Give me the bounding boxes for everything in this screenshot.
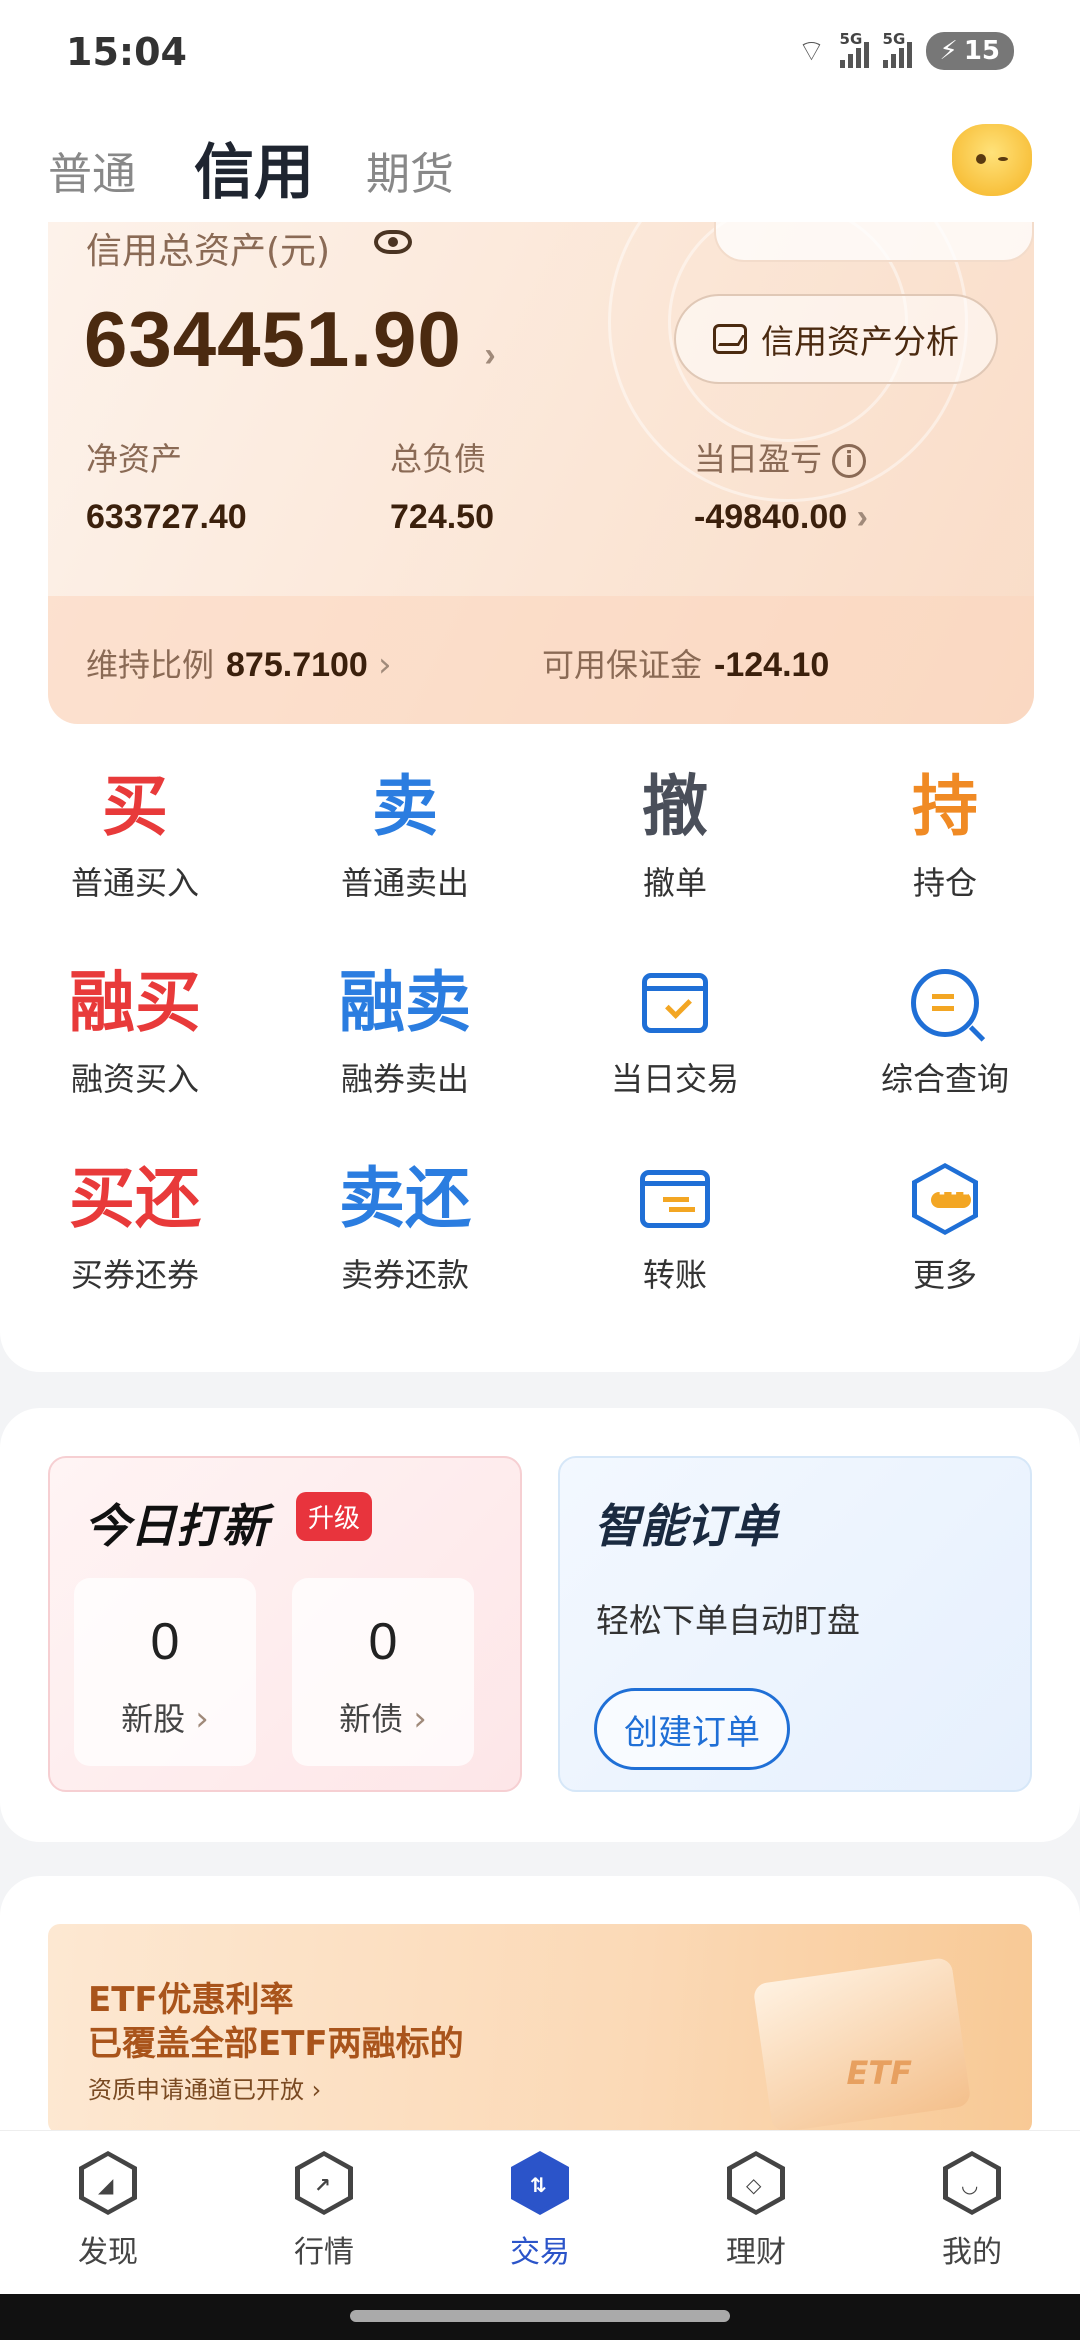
chevron-right-icon: › — [195, 1699, 209, 1739]
action-sell[interactable]: 卖普通卖出 — [270, 762, 540, 942]
daily-pnl-label: 当日盈亏 i — [694, 434, 867, 480]
available-margin: 可用保证金 -124.10 — [542, 646, 830, 684]
nav-discover[interactable]: ◢ 发现 — [0, 2151, 216, 2271]
tab-futures[interactable]: 期货 — [366, 138, 454, 202]
nav-profile[interactable]: ◡ 我的 — [864, 2151, 1080, 2271]
profile-icon: ◡ — [943, 2151, 1001, 2215]
action-margin-buy[interactable]: 融买 融资买入 — [0, 958, 270, 1138]
chevron-right-icon: › — [413, 1699, 427, 1739]
nav-trade[interactable]: ⇅ 交易 — [432, 2151, 648, 2271]
total-liabilities-label: 总负债 — [390, 440, 487, 478]
action-positions[interactable]: 持持仓 — [810, 762, 1080, 942]
action-buy-return[interactable]: 买还 买券还券 — [0, 1154, 270, 1334]
gift-box-icon — [752, 1956, 972, 2134]
credit-asset-panel: 信用总资产(元) 634451.90 › 信用资产分析 净资产 633727.4… — [48, 222, 1034, 724]
search-query-icon — [911, 969, 979, 1037]
new-stock-box[interactable]: 0 新股 › — [74, 1578, 256, 1766]
new-bond-box[interactable]: 0 新债 › — [292, 1578, 474, 1766]
chevron-right-icon: › — [311, 2076, 322, 2104]
banner-headline: ETF优惠利率 — [88, 1980, 294, 2020]
scrolled-pill — [714, 222, 1034, 262]
smart-order-panel[interactable]: 智能订单 轻松下单自动盯盘 创建订单 — [558, 1456, 1032, 1792]
trade-card: 信用总资产(元) 634451.90 › 信用资产分析 净资产 633727.4… — [0, 222, 1080, 1372]
chart-icon — [713, 324, 747, 354]
mascot-avatar-icon[interactable] — [952, 124, 1032, 196]
credit-analysis-button[interactable]: 信用资产分析 — [674, 294, 998, 384]
banner-subheadline: 已覆盖全部ETF两融标的 — [88, 2024, 464, 2064]
margin-row: 维持比例 875.7100 › 可用保证金 -124.10 — [48, 596, 1034, 724]
transfer-icon — [640, 1170, 710, 1228]
action-more[interactable]: 更多 — [810, 1154, 1080, 1334]
tab-normal[interactable]: 普通 — [48, 138, 136, 202]
wifi-icon: ⌔ — [797, 34, 826, 69]
net-assets-value: 633727.40 — [86, 498, 247, 536]
action-cancel[interactable]: 撤撤单 — [540, 762, 810, 942]
smart-order-desc: 轻松下单自动盯盘 — [596, 1601, 860, 1640]
compass-icon: ◢ — [79, 2151, 137, 2215]
maintenance-ratio[interactable]: 维持比例 875.7100 › — [86, 640, 392, 686]
upgrade-badge: 升级 — [296, 1492, 373, 1541]
ipo-title: 今日打新 — [84, 1499, 268, 1553]
trade-icon: ⇅ — [511, 2151, 569, 2215]
more-icon — [912, 1163, 978, 1235]
action-query[interactable]: 综合查询 — [810, 958, 1080, 1138]
eye-icon[interactable] — [374, 230, 412, 254]
battery-indicator: ⚡ 15 — [925, 32, 1014, 70]
feature-card: 今日打新 升级 0 新股 › 0 新债 › 智能订单 轻松下单自动盯盘 创建订单 — [0, 1408, 1080, 1842]
smart-order-title: 智能订单 — [594, 1499, 778, 1553]
signal-icon: 5G — [839, 30, 869, 68]
signal-icon: 5G — [882, 30, 912, 68]
status-time: 15:04 — [66, 30, 187, 74]
daily-pnl-value[interactable]: -49840.00 › — [694, 498, 868, 537]
total-assets-label: 信用总资产(元) — [86, 231, 331, 272]
total-liabilities-value: 724.50 — [390, 498, 494, 536]
action-short-sell[interactable]: 融卖 融券卖出 — [270, 958, 540, 1138]
chevron-right-icon: › — [484, 336, 497, 374]
tab-credit[interactable]: 信用 — [194, 124, 314, 211]
action-buy[interactable]: 买普通买入 — [0, 762, 270, 942]
banner-link: 资质申请通道已开放 › — [88, 2076, 322, 2104]
action-transfer[interactable]: 转账 — [540, 1154, 810, 1334]
status-icons: ⌔ 5G 5G ⚡ 15 — [797, 30, 1014, 70]
create-order-button[interactable]: 创建订单 — [594, 1688, 790, 1770]
action-today-trades[interactable]: 当日交易 — [540, 958, 810, 1138]
trend-icon: ↗ — [295, 2151, 353, 2215]
nav-market[interactable]: ↗ 行情 — [216, 2151, 432, 2271]
nav-wealth[interactable]: ◇ 理财 — [648, 2151, 864, 2271]
charging-icon: ⚡ — [939, 36, 958, 66]
chevron-right-icon: › — [378, 645, 392, 685]
home-indicator — [0, 2294, 1080, 2340]
status-bar: 15:04 ⌔ 5G 5G ⚡ 15 — [0, 0, 1080, 108]
wealth-icon: ◇ — [727, 2151, 785, 2215]
net-assets-label: 净资产 — [86, 440, 183, 478]
banner-box-label: ETF — [846, 2054, 912, 2092]
bottom-nav: ◢ 发现 ↗ 行情 ⇅ 交易 ◇ 理财 ◡ 我的 — [0, 2130, 1080, 2294]
action-sell-repay[interactable]: 卖还 卖券还款 — [270, 1154, 540, 1334]
account-tabs: 普通 信用 期货 — [0, 108, 1080, 222]
info-icon[interactable]: i — [832, 444, 867, 478]
etf-promo-banner[interactable]: ETF优惠利率 已覆盖全部ETF两融标的 资质申请通道已开放 › ETF — [48, 1924, 1032, 2134]
chevron-right-icon: › — [856, 498, 868, 536]
calendar-icon — [642, 973, 708, 1033]
ipo-panel[interactable]: 今日打新 升级 0 新股 › 0 新债 › — [48, 1456, 522, 1792]
total-assets-value[interactable]: 634451.90 › — [84, 294, 497, 385]
